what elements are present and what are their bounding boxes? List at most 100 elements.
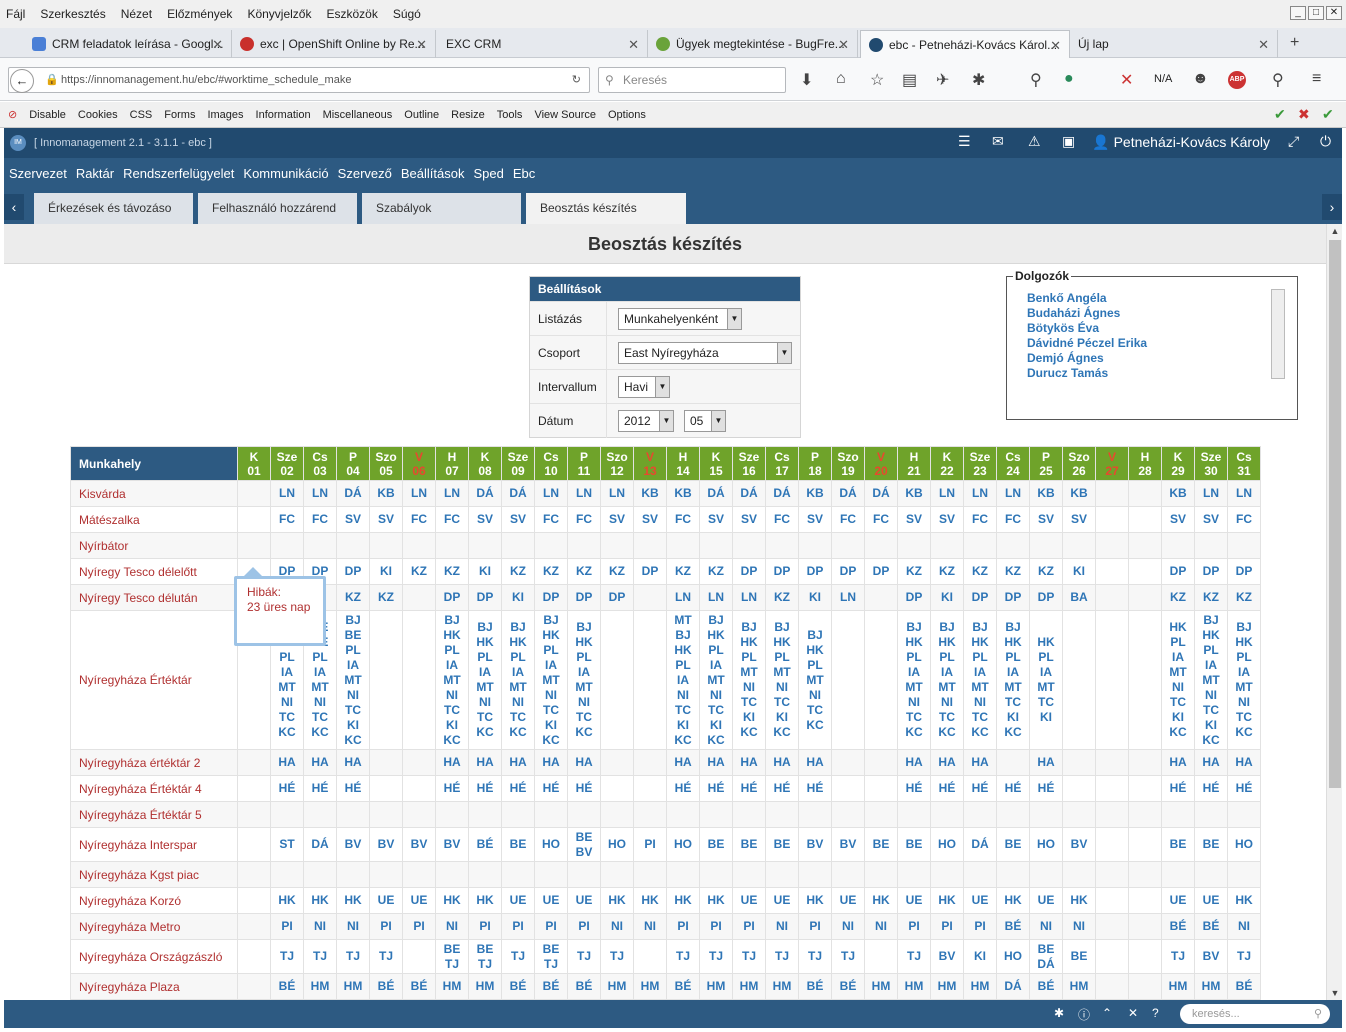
schedule-cell[interactable] (1128, 480, 1162, 507)
schedule-cell[interactable]: PI (468, 913, 502, 940)
close-icon[interactable]: ✕ (1128, 1006, 1138, 1020)
schedule-cell[interactable] (864, 775, 898, 802)
schedule-cell[interactable]: BJ HK PL MT NI TC KC (798, 610, 832, 750)
schedule-cell[interactable]: HA (1029, 749, 1063, 776)
schedule-cell[interactable] (402, 775, 436, 802)
schedule-cell[interactable]: HM (732, 973, 766, 1000)
schedule-cell[interactable] (600, 775, 634, 802)
new-tab-icon[interactable]: + (1290, 34, 1299, 52)
bug-icon[interactable]: ✱ (1054, 1006, 1064, 1020)
scroll-thumb[interactable] (1329, 240, 1341, 788)
schedule-cell[interactable]: TJ (666, 939, 700, 974)
schedule-cell[interactable] (1095, 506, 1129, 533)
schedule-cell[interactable] (1095, 775, 1129, 802)
schedule-cell[interactable]: PI (699, 913, 733, 940)
schedule-cell[interactable]: TJ (303, 939, 337, 974)
schedule-cell[interactable] (600, 861, 634, 888)
workers-scrollbar[interactable] (1271, 289, 1285, 379)
workplace-name[interactable]: Mátészalka (70, 506, 238, 533)
schedule-cell[interactable] (237, 532, 271, 559)
schedule-cell[interactable]: HÉ (699, 775, 733, 802)
schedule-cell[interactable] (1062, 861, 1096, 888)
close-icon[interactable]: ✕ (212, 37, 223, 53)
schedule-cell[interactable]: NI (633, 913, 667, 940)
schedule-cell[interactable] (963, 532, 997, 559)
schedule-cell[interactable] (1062, 532, 1096, 559)
schedule-cell[interactable] (1062, 749, 1096, 776)
info-icon[interactable]: ⓘ (1078, 1006, 1090, 1023)
close-icon[interactable]: ✕ (1258, 37, 1269, 53)
schedule-cell[interactable] (435, 801, 469, 828)
schedule-cell[interactable]: HÉ (732, 775, 766, 802)
schedule-cell[interactable]: BÉ (1161, 913, 1195, 940)
menu-szervezet[interactable]: Szervezet (9, 166, 67, 181)
schedule-cell[interactable]: LN (270, 480, 304, 507)
schedule-cell[interactable]: BÉ (798, 973, 832, 1000)
schedule-cell[interactable]: KI (930, 584, 964, 611)
schedule-cell[interactable]: HM (1062, 973, 1096, 1000)
schedule-cell[interactable]: DP (996, 584, 1030, 611)
scroll-up-icon[interactable]: ▲ (1327, 224, 1343, 238)
menu-tools[interactable]: Eszközök (326, 7, 377, 21)
schedule-cell[interactable] (237, 801, 271, 828)
schedule-cell[interactable]: BJ HK PL IA MT NI TC KC (468, 610, 502, 750)
check-icon[interactable]: ✔ (1274, 106, 1286, 123)
schedule-cell[interactable]: BÉ (402, 973, 436, 1000)
schedule-cell[interactable]: UE (501, 887, 535, 914)
schedule-cell[interactable]: BÉ (567, 973, 601, 1000)
schedule-cell[interactable] (237, 506, 271, 533)
menu-szervezo[interactable]: Szervező (338, 166, 392, 181)
schedule-cell[interactable]: TJ (567, 939, 601, 974)
pin-icon[interactable]: ⚲ (1030, 70, 1042, 90)
minimize-button[interactable]: _ (1290, 6, 1306, 20)
schedule-cell[interactable]: BÉ (996, 913, 1030, 940)
schedule-cell[interactable]: BJ HK PL IA MT NI TC KC (897, 610, 931, 750)
schedule-cell[interactable] (1095, 749, 1129, 776)
schedule-cell[interactable] (864, 532, 898, 559)
schedule-cell[interactable] (369, 861, 403, 888)
schedule-cell[interactable]: DP (1194, 558, 1228, 585)
schedule-cell[interactable]: BÉ (1227, 973, 1261, 1000)
schedule-cell[interactable]: DÁ (864, 480, 898, 507)
schedule-cell[interactable]: DÁ (996, 973, 1030, 1000)
schedule-cell[interactable] (1029, 801, 1063, 828)
star-icon[interactable]: ☆ (870, 70, 884, 90)
schedule-cell[interactable] (270, 801, 304, 828)
schedule-cell[interactable]: BJ HK PL MT NI TC KI KC (732, 610, 766, 750)
schedule-cell[interactable] (633, 775, 667, 802)
schedule-cell[interactable]: DP (864, 558, 898, 585)
menu-help[interactable]: Súgó (393, 7, 421, 21)
schedule-cell[interactable]: HK (468, 887, 502, 914)
worker-item[interactable]: Durucz Tamás (1027, 366, 1147, 381)
schedule-cell[interactable]: KI (369, 558, 403, 585)
schedule-cell[interactable]: BÉ (1194, 913, 1228, 940)
year-select[interactable]: 2012 ▼ (618, 410, 674, 432)
schedule-cell[interactable] (1227, 801, 1261, 828)
schedule-cell[interactable]: HA (336, 749, 370, 776)
schedule-cell[interactable]: KI (798, 584, 832, 611)
schedule-cell[interactable]: PI (963, 913, 997, 940)
schedule-cell[interactable] (336, 861, 370, 888)
schedule-cell[interactable]: DÁ (303, 827, 337, 862)
schedule-cell[interactable] (633, 610, 667, 750)
schedule-cell[interactable]: HK (798, 887, 832, 914)
schedule-cell[interactable]: TJ (765, 939, 799, 974)
schedule-cell[interactable]: FC (270, 506, 304, 533)
schedule-cell[interactable]: DP (1227, 558, 1261, 585)
schedule-cell[interactable] (732, 861, 766, 888)
schedule-cell[interactable] (831, 861, 865, 888)
schedule-cell[interactable]: HK (666, 887, 700, 914)
close-icon[interactable]: ✕ (838, 37, 849, 53)
intervallum-select[interactable]: Havi ▼ (618, 376, 670, 398)
schedule-cell[interactable]: FC (402, 506, 436, 533)
schedule-cell[interactable]: HM (468, 973, 502, 1000)
schedule-cell[interactable]: HA (699, 749, 733, 776)
fullscreen-icon[interactable]: ⤢ (1288, 133, 1299, 150)
schedule-cell[interactable]: HÉ (897, 775, 931, 802)
schedule-cell[interactable] (1194, 861, 1228, 888)
schedule-cell[interactable]: UE (1029, 887, 1063, 914)
schedule-cell[interactable]: LN (1227, 480, 1261, 507)
schedule-cell[interactable] (1128, 532, 1162, 559)
dev-information[interactable]: Information (256, 109, 311, 121)
schedule-cell[interactable]: HO (930, 827, 964, 862)
